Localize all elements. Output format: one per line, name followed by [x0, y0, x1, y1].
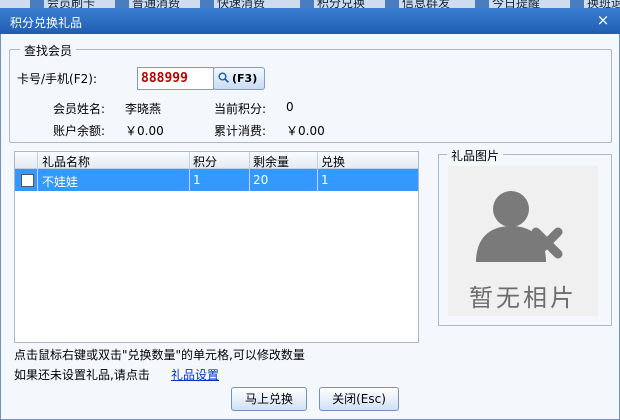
close-button[interactable]: 关闭(Esc) — [319, 387, 399, 411]
current-points-value: 0 — [286, 100, 294, 114]
bg-toolbar-item[interactable]: 会员刷卡 — [30, 0, 95, 8]
gift-icon — [300, 0, 314, 8]
cart-icon — [115, 0, 129, 8]
card-number-input[interactable]: 888999 — [137, 67, 214, 90]
gift-points-cell: 1 — [193, 173, 201, 187]
gift-picture-group: 礼品图片 暂无相片 — [438, 147, 612, 326]
column-header-points[interactable]: 积分 — [193, 153, 217, 170]
gift-name-cell: 不娃娃 — [42, 175, 79, 189]
close-icon[interactable]: × — [594, 11, 612, 29]
column-header-gift-name[interactable]: 礼品名称 — [42, 153, 90, 170]
card-icon — [30, 0, 44, 8]
bg-toolbar-item[interactable]: 换班退 — [570, 0, 620, 8]
gift-picture-group-label: 礼品图片 — [447, 147, 504, 164]
bg-toolbar-item[interactable]: 积分兑换 — [300, 0, 365, 8]
magnifier-icon — [218, 72, 229, 83]
member-name-label: 会员姓名: — [53, 102, 106, 116]
column-divider — [189, 152, 190, 168]
cell-divider — [37, 169, 38, 191]
table-row[interactable]: 不娃娃 1 20 1 — [15, 169, 418, 191]
total-spend-label: 累计消费: — [214, 124, 267, 138]
row-checkbox[interactable] — [21, 174, 34, 187]
gift-settings-hint: 如果还未设置礼品,请点击 — [14, 368, 150, 382]
no-photo-text: 暂无相片 — [469, 284, 577, 312]
current-points-label: 当前积分: — [214, 102, 267, 116]
bg-toolbar-item[interactable]: 快速消费 — [200, 0, 265, 8]
cell-divider — [249, 169, 250, 191]
member-search-group-label: 查找会员 — [20, 42, 77, 59]
member-name-value: 李晓燕 — [125, 102, 162, 116]
bg-toolbar-item[interactable]: 今日提醒 — [475, 0, 540, 8]
card-number-label: 卡号/手机(F2): — [17, 72, 97, 86]
gift-table-header: 礼品名称 积分 剩余量 兑换 — [15, 152, 418, 169]
dialog-titlebar[interactable]: 积分兑换礼品 × — [0, 8, 620, 34]
shift-icon — [570, 0, 584, 8]
account-balance-value: ￥0.00 — [125, 124, 164, 138]
edit-quantity-hint: 点击鼠标右键或双击"兑换数量"的单元格,可以修改数量 — [14, 348, 305, 362]
column-divider — [249, 152, 250, 168]
no-photo-person-icon — [476, 191, 563, 262]
bg-toolbar-item[interactable]: 普通消费 — [115, 0, 180, 8]
gift-exchange-cell[interactable]: 1 — [321, 173, 329, 187]
search-member-button[interactable]: (F3) — [213, 67, 265, 90]
lightning-icon — [200, 0, 214, 8]
column-header-exchange[interactable]: 兑换 — [321, 153, 345, 170]
gift-remaining-cell: 20 — [253, 173, 269, 187]
cell-divider — [317, 169, 318, 191]
redeem-now-button[interactable]: 马上兑换 — [231, 387, 307, 411]
total-spend-value: ￥0.00 — [286, 124, 325, 138]
message-icon — [385, 0, 399, 8]
bell-icon — [475, 0, 489, 8]
gift-table: 礼品名称 积分 剩余量 兑换 不娃娃 1 20 1 — [14, 151, 419, 343]
dialog-title: 积分兑换礼品 — [10, 16, 83, 30]
background-toolbar: 会员刷卡 普通消费 快速消费 积分兑换 信息群发 今日提醒 换班退 — [0, 0, 620, 8]
gift-settings-link[interactable]: 礼品设置 — [171, 366, 219, 383]
cell-divider — [189, 169, 190, 191]
column-divider — [37, 152, 38, 168]
account-balance-label: 账户余额: — [53, 124, 106, 138]
search-button-label: (F3) — [232, 72, 258, 85]
bg-toolbar-item[interactable]: 信息群发 — [385, 0, 450, 8]
column-divider — [317, 152, 318, 168]
redeem-gift-dialog: 查找会员 卡号/手机(F2): 888999 (F3) 会员姓名: 李晓燕 当前… — [0, 34, 620, 420]
gift-picture-placeholder: 暂无相片 — [448, 166, 598, 316]
column-header-remaining[interactable]: 剩余量 — [253, 153, 289, 170]
